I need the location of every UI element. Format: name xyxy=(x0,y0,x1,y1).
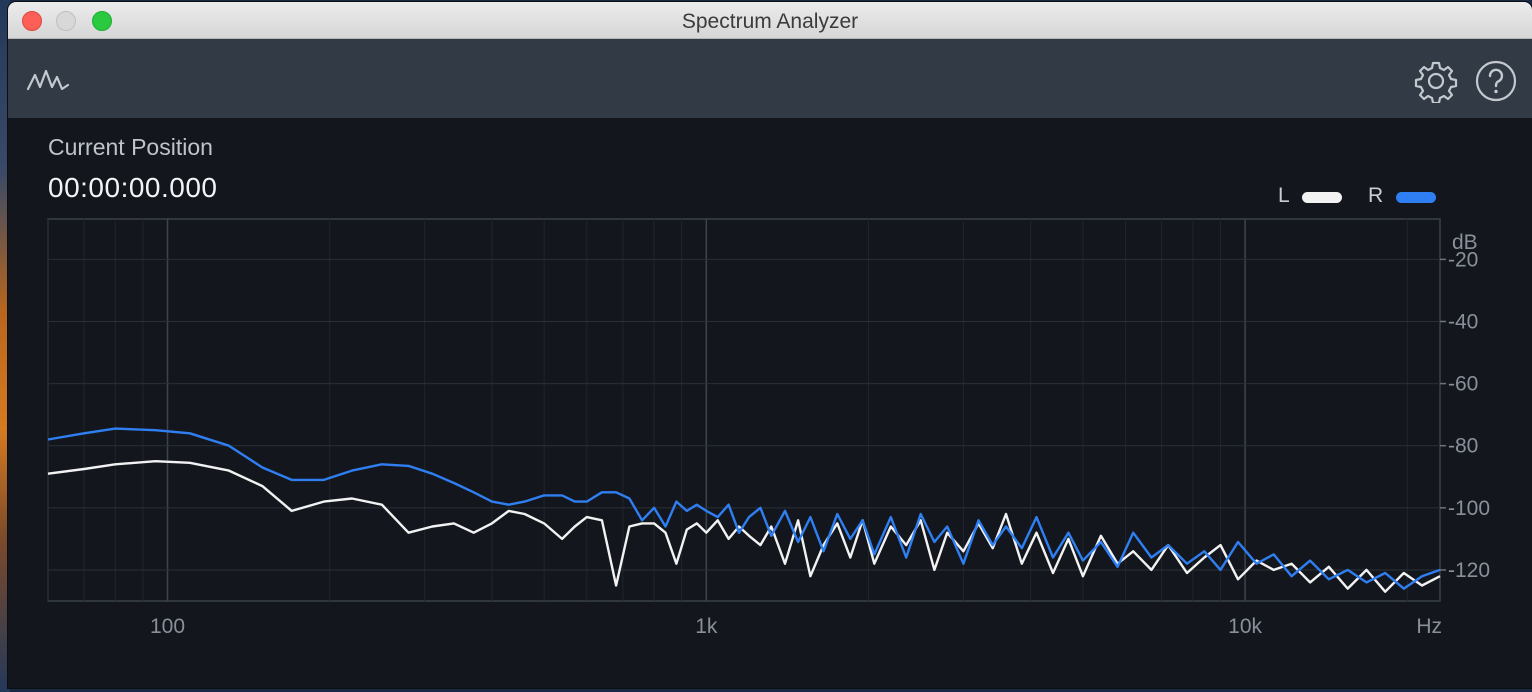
help-icon[interactable] xyxy=(1474,59,1518,108)
x-axis-unit-label: Hz xyxy=(1416,615,1442,638)
toolbar xyxy=(8,39,1532,118)
y-tick-label: -40 xyxy=(1448,310,1478,333)
spectrum-chart[interactable]: dB-20-40-60-80-100-120100 1k 10k Hz xyxy=(8,118,1532,688)
y-tick-label: -80 xyxy=(1448,435,1478,458)
y-tick-label: -100 xyxy=(1448,497,1490,520)
y-tick-label: -60 xyxy=(1448,373,1478,396)
x-tick-label: 10k xyxy=(1228,615,1262,638)
y-tick-label: -120 xyxy=(1448,559,1490,582)
analyzer-panel: Current Position 00:00:00.000 L R dB -20-… xyxy=(8,118,1532,688)
x-tick-label: 1k xyxy=(695,615,718,638)
title-bar[interactable]: Spectrum Analyzer xyxy=(8,2,1532,39)
spectrum-analyzer-window: Spectrum Analyzer Current Position 00:00… xyxy=(8,2,1532,688)
y-tick-label: -20 xyxy=(1448,248,1478,271)
window-title: Spectrum Analyzer xyxy=(681,10,859,33)
spectrum-waveform-icon[interactable] xyxy=(26,63,70,98)
x-tick-label: 100 xyxy=(150,615,185,638)
plot-area xyxy=(47,218,1441,602)
gear-icon[interactable] xyxy=(1414,59,1458,108)
